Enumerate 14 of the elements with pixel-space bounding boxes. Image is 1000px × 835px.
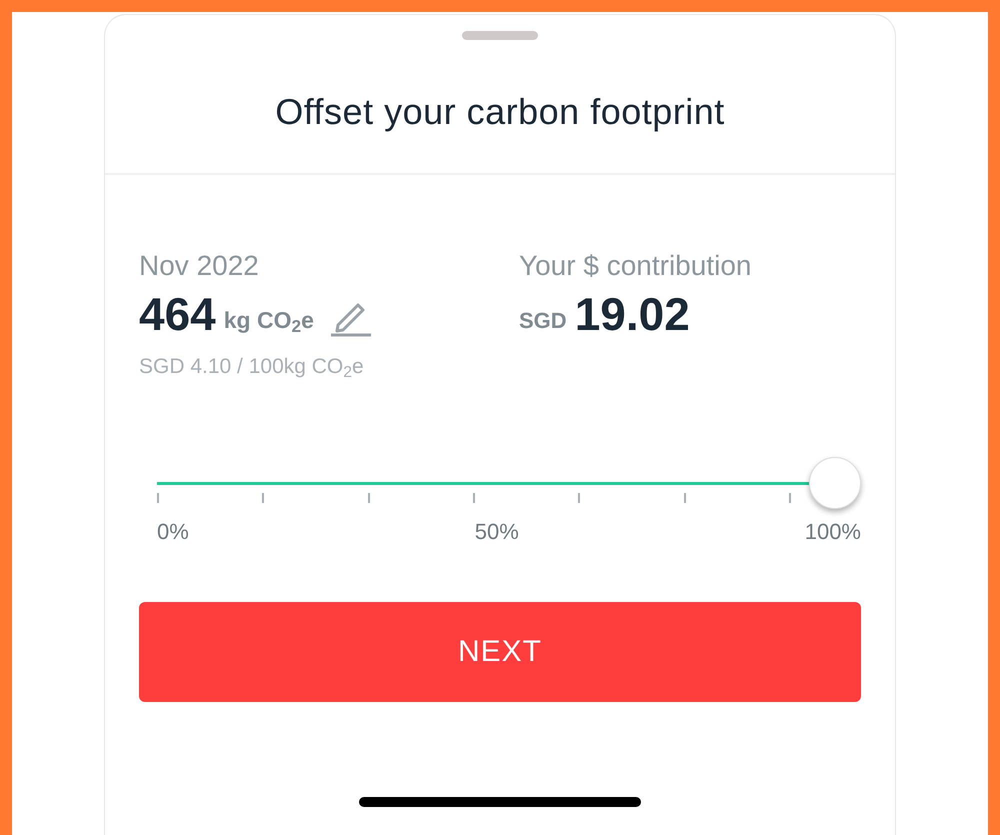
next-button[interactable]: NEXT [139,602,861,702]
slider-label: 0% [157,518,189,546]
slider-label: 50% [474,518,519,546]
rate-text: SGD 4.10 / 100kg CO$_{2}$e [139,354,365,383]
contribution-label: Your $ contribution [519,249,752,284]
slider-label: 100% [804,518,861,546]
unit-label: kg CO$_{2}$e [224,306,314,338]
slider-thumb[interactable] [809,456,861,509]
drag-handle[interactable] [462,31,538,40]
currency-label: SGD [519,307,567,336]
period-label: Nov 2022 [139,249,260,284]
amount-value: 464 [139,291,216,338]
sheet-title: Offset your carbon footprint [105,40,895,176]
contribution-value: 19.02 [574,291,690,338]
